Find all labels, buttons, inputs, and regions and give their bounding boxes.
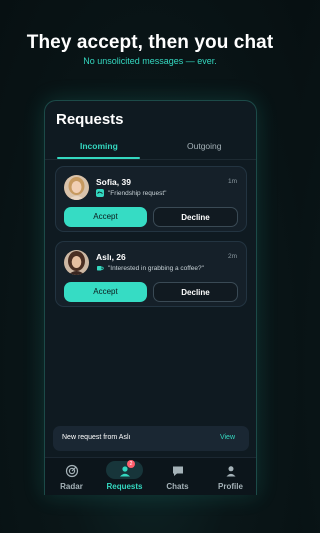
coffee-icon	[96, 264, 104, 272]
nav-chats[interactable]: Chats	[151, 458, 204, 495]
tab-incoming[interactable]: Incoming	[80, 141, 118, 151]
request-time: 2m	[227, 253, 237, 260]
new-request-toast: New request from Aslı View	[53, 426, 249, 451]
toast-text: New request from Aslı	[62, 434, 131, 441]
nav-profile[interactable]: Profile	[204, 458, 256, 495]
decline-button[interactable]: Decline	[153, 282, 238, 302]
requester-name: Aslı, 26	[96, 252, 126, 262]
nav-radar[interactable]: Radar	[45, 458, 98, 495]
request-card: Sofia, 39 1m "Friendship request" Accept…	[55, 166, 247, 232]
subline: No unsolicited messages — ever.	[83, 56, 217, 66]
accept-button[interactable]: Accept	[64, 282, 147, 302]
nav-label: Radar	[60, 482, 83, 491]
headline: They accept, then you chat	[26, 32, 274, 53]
tab-divider	[45, 159, 256, 160]
phone-screen: Requests Incoming Outgoing Sofia, 39 1m …	[44, 100, 257, 495]
handshake-icon	[96, 189, 104, 197]
accept-button[interactable]: Accept	[64, 207, 147, 227]
page-title: Requests	[56, 111, 124, 128]
nav-label: Chats	[166, 482, 189, 491]
notification-badge: 2	[127, 460, 135, 468]
request-time: 1m	[227, 178, 237, 185]
avatar	[64, 250, 89, 275]
bottom-nav: Radar 2 Requests Chats Profile	[45, 457, 256, 495]
nav-label: Requests	[106, 482, 143, 491]
tab-outgoing[interactable]: Outgoing	[187, 141, 222, 151]
request-message: "Friendship request"	[108, 189, 167, 197]
request-message: "Interested in grabbing a coffee?"	[108, 264, 204, 272]
radar-icon	[65, 464, 79, 478]
decline-button[interactable]: Decline	[153, 207, 238, 227]
requester-name: Sofia, 39	[96, 177, 131, 187]
nav-requests[interactable]: 2 Requests	[98, 458, 151, 495]
avatar	[64, 175, 89, 200]
nav-label: Profile	[218, 482, 243, 491]
toast-view-link[interactable]: View	[220, 434, 235, 441]
profile-icon	[224, 464, 238, 478]
request-card: Aslı, 26 2m "Interested in grabbing a co…	[55, 241, 247, 307]
chat-bubble-icon	[171, 464, 185, 478]
